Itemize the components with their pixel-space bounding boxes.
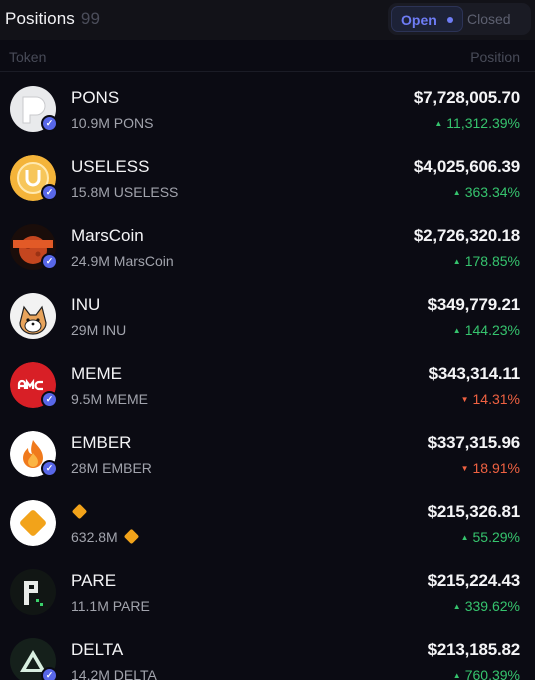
token-amount: 14.2M DELTA: [71, 667, 157, 680]
position-value: $349,779.21: [427, 295, 521, 314]
token-name: [71, 502, 88, 522]
change-percent: 144.23%: [464, 322, 520, 338]
active-dot-icon: [447, 17, 453, 23]
column-position[interactable]: Position: [470, 49, 520, 65]
change-percent: 18.91%: [472, 460, 520, 476]
change-percent: 178.85%: [464, 253, 520, 269]
position-row[interactable]: PARE 11.1M PARE $215,224.43 ▲ 339.62%: [0, 556, 535, 625]
position-value: $7,728,005.70: [413, 88, 520, 107]
up-arrow-icon: ▲: [452, 188, 461, 197]
up-arrow-icon: ▲: [452, 257, 461, 266]
position-value: $4,025,606.39: [413, 157, 520, 176]
token-amount: 15.8M USELESS: [71, 184, 179, 200]
token-name: MEME: [71, 364, 122, 383]
position-change: ▲ 760.39%: [453, 667, 520, 680]
page-title: Positions 99: [5, 9, 100, 29]
token-name: DELTA: [71, 640, 124, 659]
tab-closed[interactable]: Closed: [467, 11, 511, 27]
verified-badge-icon: ✓: [41, 460, 58, 477]
token-name: INU: [71, 295, 101, 314]
position-change: ▲ 363.34%: [453, 184, 520, 200]
orange-diamond-icon: [10, 500, 56, 546]
position-value: $213,185.82: [427, 640, 521, 659]
token-name: PONS: [71, 88, 120, 107]
change-percent: 55.29%: [472, 529, 520, 545]
token-amount: 9.5M MEME: [71, 391, 149, 407]
position-row[interactable]: ✓ PONS 10.9M PONS $7,728,005.70 ▲ 11,312.…: [0, 73, 535, 142]
position-row[interactable]: ✓ MEME 9.5M MEME $343,314.11 ▼ 14.31%: [0, 349, 535, 418]
token-amount: 24.9M MarsCoin: [71, 253, 174, 269]
positions-count: 99: [80, 9, 100, 28]
column-token[interactable]: Token: [9, 49, 46, 65]
position-change: ▼ 14.31%: [461, 391, 520, 407]
position-value: $337,315.96: [427, 433, 521, 452]
token-name: PARE: [71, 571, 117, 590]
change-percent: 760.39%: [464, 667, 520, 680]
change-percent: 339.62%: [464, 598, 520, 614]
diamond-symbol-icon: [123, 528, 139, 545]
up-arrow-icon: ▲: [434, 119, 443, 128]
position-change: ▼ 18.91%: [461, 460, 520, 476]
verified-badge-icon: ✓: [41, 115, 58, 132]
verified-badge-icon: ✓: [41, 253, 58, 270]
position-change: ▲ 178.85%: [453, 253, 520, 269]
position-value: $215,326.81: [427, 502, 521, 521]
token-amount: 11.1M PARE: [71, 598, 150, 614]
open-closed-toggle: Open Closed: [388, 3, 531, 35]
position-value: $215,224.43: [427, 571, 521, 590]
verified-badge-icon: ✓: [41, 184, 58, 201]
down-arrow-icon: ▼: [460, 464, 469, 473]
diamond-symbol-icon: [71, 503, 88, 520]
position-row[interactable]: 632.8M $215,326.81 ▲ 55.29%: [0, 487, 535, 556]
token-amount: 29M INU: [71, 322, 127, 338]
position-change: ▲ 144.23%: [453, 322, 520, 338]
position-value: $343,314.11: [428, 364, 521, 383]
tab-open-label: Open: [401, 12, 437, 28]
up-arrow-icon: ▲: [452, 671, 461, 680]
position-row[interactable]: ✓ MarsCoin 24.9M MarsCoin $2,726,320.18 …: [0, 211, 535, 280]
change-percent: 11,312.39%: [446, 115, 520, 131]
up-arrow-icon: ▲: [452, 326, 461, 335]
change-percent: 14.31%: [472, 391, 520, 407]
up-arrow-icon: ▲: [452, 602, 461, 611]
position-row[interactable]: ✓ EMBER 28M EMBER $337,315.96 ▼ 18.91%: [0, 418, 535, 487]
tab-open[interactable]: Open: [391, 6, 463, 32]
title-label: Positions: [5, 9, 75, 28]
token-amount: 28M EMBER: [71, 460, 152, 476]
pare-pixel-icon: [10, 569, 56, 615]
header-bar: Positions 99 Open Closed: [0, 0, 535, 40]
verified-badge-icon: ✓: [41, 667, 58, 680]
token-amount: 10.9M PONS: [71, 115, 154, 131]
position-change: ▲ 339.62%: [453, 598, 520, 614]
token-name: MarsCoin: [71, 226, 144, 245]
up-arrow-icon: ▲: [460, 533, 469, 542]
position-change: ▲ 11,312.39%: [434, 115, 520, 131]
position-row[interactable]: INU 29M INU $349,779.21 ▲ 144.23%: [0, 280, 535, 349]
position-change: ▲ 55.29%: [461, 529, 520, 545]
token-amount: 632.8M: [71, 528, 139, 545]
column-header: Token Position: [0, 40, 535, 72]
down-arrow-icon: ▼: [460, 395, 469, 404]
inu-dog-icon: [10, 293, 56, 339]
position-row[interactable]: ✓ DELTA 14.2M DELTA $213,185.82 ▲ 760.39%: [0, 625, 535, 680]
change-percent: 363.34%: [464, 184, 520, 200]
position-row[interactable]: ✓ USELESS 15.8M USELESS $4,025,606.39 ▲ 3…: [0, 142, 535, 211]
token-name: EMBER: [71, 433, 132, 452]
position-value: $2,726,320.18: [413, 226, 520, 245]
verified-badge-icon: ✓: [41, 391, 58, 408]
token-name: USELESS: [71, 157, 150, 176]
